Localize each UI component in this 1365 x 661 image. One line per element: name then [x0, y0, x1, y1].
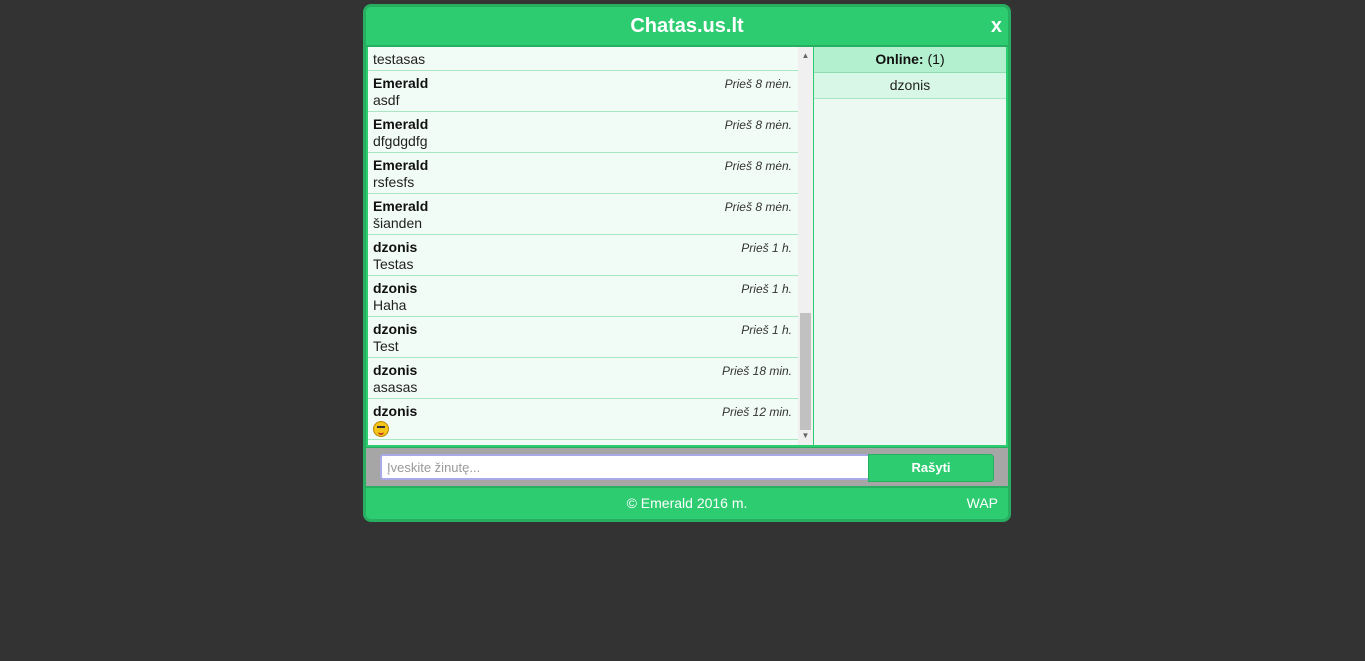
- online-users-panel: Online: (1) dzonis: [814, 47, 1006, 445]
- message-text: rsfesfs: [373, 174, 415, 190]
- message-text: dfgdgdfg: [373, 133, 428, 149]
- message-text: testasas: [373, 51, 426, 67]
- message-time: Prieš 18 min.: [721, 364, 792, 378]
- message-time: Prieš 8 mėn.: [724, 159, 792, 173]
- message-time: Prieš 1 h.: [741, 241, 792, 255]
- chat-footer: © Emerald 2016 m. WAP: [366, 488, 1008, 519]
- online-count: (1): [927, 51, 945, 67]
- message-item: Emerald Prieš 8 mėn. šianden: [368, 194, 798, 235]
- message-time: Prieš 12 min.: [721, 405, 792, 419]
- online-user-list: dzonis: [814, 73, 1006, 99]
- message-item: dzonis Prieš 1 h. Testas: [368, 235, 798, 276]
- message-text: Test: [373, 338, 399, 354]
- message-time: Prieš 8 mėn.: [724, 200, 792, 214]
- message-area[interactable]: EmeraldPrieš 8 mėn.testasasEmeraldPrieš …: [368, 47, 800, 445]
- message-author[interactable]: dzonis: [373, 321, 417, 337]
- chat-title: Chatas.us.lt: [630, 15, 744, 37]
- online-header: Online: (1): [814, 47, 1006, 73]
- message-author[interactable]: dzonis: [373, 280, 417, 296]
- copyright-text: © Emerald 2016 m.: [626, 495, 748, 511]
- message-author[interactable]: Emerald: [373, 116, 428, 132]
- message-input[interactable]: [380, 454, 872, 480]
- message-item: Emerald Prieš 8 mėn. dfgdgdfg: [368, 112, 798, 153]
- message-text: asdf: [373, 92, 400, 108]
- input-bar: Rašyti: [366, 447, 1008, 488]
- message-text: asasas: [373, 379, 418, 395]
- message-time: Prieš 8 mėn.: [725, 47, 792, 50]
- message-item: dzonis Prieš 1 h. Test: [368, 317, 798, 358]
- message-item: dzonis Prieš 12 min.: [368, 399, 798, 440]
- message-list: EmeraldPrieš 8 mėn.testasasEmeraldPrieš …: [368, 47, 798, 440]
- message-time: Prieš 1 h.: [741, 282, 792, 296]
- send-button[interactable]: Rašyti: [868, 454, 994, 482]
- message-author[interactable]: Emerald: [373, 75, 428, 91]
- scroll-up-arrow-icon[interactable]: ▲: [798, 49, 813, 63]
- message-time: Prieš 8 mėn.: [724, 118, 792, 132]
- message-item: Emerald Prieš 8 mėn. testasas: [368, 47, 798, 71]
- message-item: Emerald Prieš 8 mėn. rsfesfs: [368, 153, 798, 194]
- scroll-thumb[interactable]: [800, 313, 811, 430]
- online-label: Online:: [875, 51, 924, 67]
- message-author[interactable]: Emerald: [373, 157, 428, 173]
- message-text: Haha: [373, 297, 407, 313]
- message-author[interactable]: Emerald: [373, 198, 428, 214]
- message-author[interactable]: Emerald: [373, 47, 428, 50]
- scroll-down-arrow-icon[interactable]: ▼: [798, 429, 813, 443]
- message-item: dzonis Prieš 1 h. Haha: [368, 276, 798, 317]
- chat-window: Chatas.us.lt x Emerald Prieš 8 mėn. testas…: [363, 4, 1011, 522]
- message-item: dzonis Prieš 18 min. asasas: [368, 358, 798, 399]
- message-time: Prieš 1 h.: [741, 323, 792, 337]
- message-author[interactable]: dzonis: [373, 362, 417, 378]
- message-text: Testas: [373, 256, 414, 272]
- chat-header: Chatas.us.lt x: [366, 7, 1008, 47]
- wap-link[interactable]: WAP: [967, 495, 998, 511]
- message-text: šianden: [373, 215, 423, 231]
- message-scrollbar[interactable]: ▲ ▼: [798, 47, 813, 445]
- message-author[interactable]: dzonis: [373, 239, 417, 255]
- smiley-icon: [373, 421, 389, 437]
- online-user-item[interactable]: dzonis: [814, 73, 1006, 99]
- message-time: Prieš 8 mėn.: [724, 77, 792, 91]
- message-item: Emerald Prieš 8 mėn. asdf: [368, 71, 798, 112]
- close-button[interactable]: x: [991, 15, 1002, 38]
- message-author[interactable]: dzonis: [373, 403, 417, 419]
